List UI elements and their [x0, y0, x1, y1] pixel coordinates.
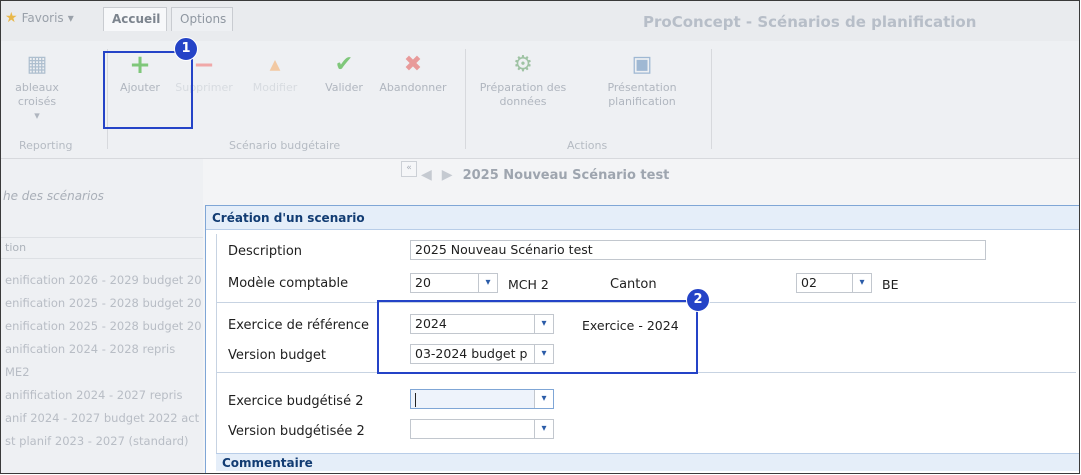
scenario-title: 2025 Nouveau Scénario test — [462, 167, 670, 183]
list-item[interactable]: enification 2025 - 2028 budget 20 — [1, 315, 203, 337]
favorites-label: Favoris — [21, 11, 64, 25]
group-label-actions: Actions — [567, 139, 608, 152]
group-label-reporting: Reporting — [19, 139, 73, 152]
presentation-icon: ▣ — [631, 52, 653, 77]
chevron-down-icon[interactable]: ▾ — [534, 390, 553, 408]
scenario-list-pane: he des scénarios tion enification 2026 -… — [1, 159, 203, 473]
comment-section-header[interactable]: Commentaire — [216, 453, 1079, 471]
accounting-model-text: MCH 2 — [508, 277, 549, 292]
triangle-icon: ▲ — [269, 57, 281, 73]
chevron-down-icon[interactable]: ▾ — [478, 274, 497, 292]
tab-options[interactable]: Options — [171, 7, 233, 31]
text-cursor — [415, 392, 416, 407]
list-item[interactable]: anification 2024 - 2028 repris — [1, 338, 203, 360]
chevron-down-icon[interactable]: ▾ — [852, 274, 871, 292]
canton-combo[interactable]: 02 ▾ — [796, 273, 872, 293]
title-bar: ★ Favoris ▾ Accueil Options ProConcept -… — [1, 1, 1079, 42]
validate-button[interactable]: ✔ Valider — [317, 51, 371, 131]
favorites-menu[interactable]: ★ Favoris ▾ — [5, 7, 74, 29]
highlight-box-1 — [103, 51, 193, 129]
next-arrow-icon[interactable]: ▶ — [442, 167, 453, 183]
list-item[interactable]: enification 2025 - 2028 budget 20 — [1, 292, 203, 314]
list-item[interactable]: ME2 — [1, 361, 203, 383]
pivot-tables-button[interactable]: ▦ ableaux croisés ▾ — [1, 51, 73, 131]
scenario-header: ◀ ▶ 2025 Nouveau Scénario test — [421, 159, 1071, 191]
reference-year-label: Exercice de référence — [228, 318, 370, 333]
tab-accueil[interactable]: Accueil — [103, 7, 167, 31]
app-window: ★ Favoris ▾ Accueil Options ProConcept -… — [0, 0, 1080, 474]
list-item[interactable]: anif 2024 - 2027 budget 2022 act — [1, 407, 203, 429]
group-label-scenario: Scénario budgétaire — [229, 139, 341, 152]
list-item[interactable]: anifification 2024 - 2027 repris — [1, 384, 203, 406]
modify-button[interactable]: ▲ Modifier — [245, 51, 305, 131]
budgeted-version-label: Version budgétisée 2 — [228, 424, 365, 439]
callout-badge-1: 1 — [174, 37, 198, 61]
highlight-box-2 — [377, 300, 698, 374]
chevron-down-icon[interactable]: ▾ — [534, 420, 553, 438]
dialog-title: Création d'un scenario — [206, 206, 1079, 230]
description-field[interactable]: 2025 Nouveau Scénario test — [410, 240, 986, 260]
budgeted-year-label: Exercice budgétisé 2 — [228, 394, 364, 409]
gear-data-icon: ⚙ — [513, 52, 533, 77]
list-column-header[interactable]: tion — [1, 237, 203, 259]
cancel-button[interactable]: ✖ Abandonner — [373, 51, 453, 131]
group-separator — [711, 49, 712, 149]
budget-version-label: Version budget — [228, 348, 327, 363]
callout-badge-2: 2 — [686, 288, 710, 312]
accounting-model-value: 20 — [415, 275, 431, 290]
description-label: Description — [228, 244, 303, 259]
group-separator — [465, 49, 466, 149]
budgeted-version-combo[interactable]: ▾ — [410, 419, 554, 439]
x-icon: ✖ — [403, 52, 423, 77]
data-preparation-button[interactable]: ⚙ Préparation des données — [471, 51, 575, 131]
accounting-model-label: Modèle comptable — [228, 276, 349, 291]
app-title: ProConcept - Scénarios de planification — [643, 13, 977, 31]
dialog-divider — [216, 234, 217, 464]
planning-presentation-button[interactable]: ▣ Présentation planification — [599, 51, 685, 131]
chevron-down-icon: ▾ — [67, 11, 74, 25]
pivot-table-icon: ▦ — [26, 52, 48, 77]
canton-value: 02 — [801, 275, 817, 290]
previous-arrow-icon[interactable]: ◀ — [421, 167, 432, 183]
list-item[interactable]: enification 2026 - 2029 budget 20 — [1, 269, 203, 291]
star-icon: ★ — [5, 10, 18, 26]
checkmark-icon: ✔ — [334, 52, 354, 77]
list-item[interactable]: st planif 2023 - 2027 (standard) — [1, 430, 203, 452]
collapse-pane-button[interactable]: « — [401, 161, 417, 177]
chevron-down-icon: ▾ — [34, 109, 40, 122]
accounting-model-combo[interactable]: 20 ▾ — [410, 273, 498, 293]
search-scenarios-label: he des scénarios — [3, 189, 104, 203]
canton-text: BE — [882, 277, 899, 292]
canton-label: Canton — [610, 277, 657, 292]
budgeted-year-combo[interactable]: ▾ — [410, 389, 554, 409]
